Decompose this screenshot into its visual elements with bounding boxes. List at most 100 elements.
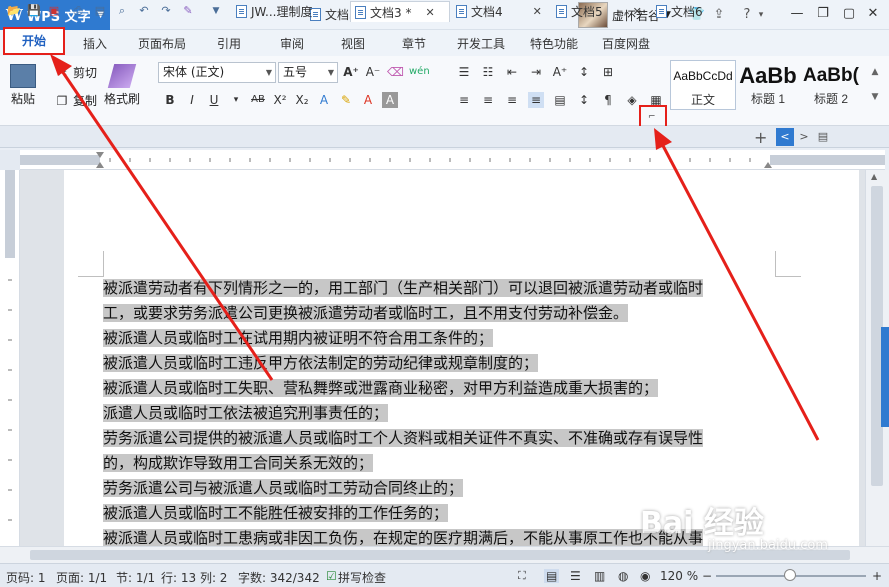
italic-icon[interactable]: I [184, 92, 200, 108]
doc-line[interactable]: 的，构成欺诈导致用工合同关系无效的； [103, 453, 374, 473]
doc-line[interactable]: 派遣人员或临时工依法被追究刑事责任的； [103, 403, 389, 423]
doc-tab-jw[interactable]: JW...理制度 [232, 1, 350, 22]
status-spell-check[interactable]: 拼写检查 [338, 569, 386, 586]
cut-button[interactable]: ✂ 剪切 [54, 64, 97, 81]
tab-review[interactable]: 审阅 [280, 35, 304, 52]
eye-protect-icon[interactable]: ◉ [640, 569, 650, 583]
tab-special[interactable]: 特色功能 [530, 35, 578, 52]
reading-view-icon[interactable]: ▥ [594, 569, 605, 583]
pinyin-icon[interactable]: wén [409, 64, 430, 80]
grow-font-icon[interactable]: A⁺ [343, 64, 359, 80]
zoom-in-icon[interactable]: + [872, 569, 882, 583]
doc-line[interactable]: 被派遣人员或临时工在试用期内被证明不符合用工条件的； [103, 328, 494, 348]
find-icon[interactable]: ⌕ [114, 4, 130, 18]
font-color-icon[interactable]: A [360, 92, 376, 108]
format-painter-button[interactable]: 格式刷 [104, 64, 140, 107]
tab-baidu-netdisk[interactable]: 百度网盘 [602, 35, 650, 52]
bold-icon[interactable]: B [162, 92, 178, 108]
font-size-select[interactable]: 五号 ▼ [278, 62, 338, 83]
maximize-button[interactable]: ▢ [838, 4, 860, 24]
decrease-indent-icon[interactable]: ⇤ [504, 64, 520, 80]
style-scroll[interactable]: ▲ ▼ [864, 60, 886, 110]
pdf-icon[interactable]: ▣ [46, 4, 62, 18]
tab-prev-icon[interactable]: < [776, 128, 794, 146]
save-icon[interactable]: 💾 [26, 4, 42, 18]
doc-tab-doc3[interactable]: 文档3 * ✕ [350, 1, 450, 22]
text-effect-icon[interactable]: A [316, 92, 332, 108]
subscript-icon[interactable]: X₂ [294, 92, 310, 108]
close-icon[interactable]: ✕ [533, 5, 542, 18]
zoom-level[interactable]: 120 % [660, 569, 698, 583]
font-name-select[interactable]: 宋体 (正文) ▼ [158, 62, 276, 83]
redo-icon[interactable]: ↷ [158, 4, 174, 18]
close-icon[interactable]: ✕ [425, 6, 434, 19]
tab-list-icon[interactable]: ▤ [814, 128, 832, 146]
doc-line[interactable]: 被派遣劳动者有下列情形之一的，用工部门（生产相关部门）可以退回被派遣劳动者或临时 [103, 278, 704, 298]
shrink-font-icon[interactable]: A⁻ [365, 64, 381, 80]
align-left-icon[interactable]: ≡ [456, 92, 472, 108]
minimize-button[interactable]: — [786, 4, 808, 24]
tab-next-icon[interactable]: > [795, 128, 813, 146]
restore-button[interactable]: ❐ [812, 4, 834, 24]
side-panel-toggle[interactable] [881, 327, 889, 427]
zoom-slider-handle[interactable] [784, 569, 796, 581]
status-word-count[interactable]: 字数: 342/342 [238, 569, 320, 586]
undo-icon[interactable]: ↶ [136, 4, 152, 18]
style-normal[interactable]: AaBbCcDd 正文 [670, 60, 736, 110]
tab-view[interactable]: 视图 [341, 35, 365, 52]
doc-line[interactable]: 被派遣人员或临时工患病或非因工负伤，在规定的医疗期满后，不能从事原工作也不能从事 [103, 528, 704, 546]
tab-insert[interactable]: 插入 [83, 35, 107, 52]
doc-line[interactable]: 被派遣人员或临时工违反甲方依法制定的劳动纪律或规章制度的； [103, 353, 539, 373]
sort-icon[interactable]: ↕ [576, 64, 592, 80]
align-right-icon[interactable]: ≡ [504, 92, 520, 108]
chevron-down-icon[interactable]: ▾ [752, 6, 770, 24]
strikethrough-icon[interactable]: AB [250, 92, 266, 108]
increase-indent-icon[interactable]: ⇥ [528, 64, 544, 80]
zoom-out-icon[interactable]: − [702, 569, 712, 583]
tab-developer[interactable]: 开发工具 [457, 35, 505, 52]
open-folder-icon[interactable]: 📂 [6, 4, 22, 18]
doc-tab-doc6[interactable]: 文档6 [652, 1, 752, 22]
tab-page-layout[interactable]: 页面布局 [138, 35, 186, 52]
superscript-icon[interactable]: X² [272, 92, 288, 108]
close-icon[interactable]: ✕ [633, 5, 642, 18]
tab-chapter[interactable]: 章节 [402, 35, 426, 52]
new-tab-plus-icon[interactable]: + [754, 128, 767, 147]
doc-tab-doc4[interactable]: 文档4 ✕ [452, 1, 550, 22]
chevron-down-icon[interactable]: ▼ [208, 4, 224, 18]
page-view-icon[interactable]: ▤ [544, 569, 560, 583]
justify-icon[interactable]: ≡ [528, 92, 544, 108]
horizontal-ruler[interactable] [20, 150, 885, 170]
doc-tab-doc5[interactable]: 文档5 ✕ [552, 1, 650, 22]
tab-home[interactable]: 开始 [3, 27, 65, 55]
chevron-down-icon[interactable]: ▾ [228, 92, 244, 108]
underline-icon[interactable]: U [206, 92, 222, 108]
doc-line[interactable]: 劳务派遣公司提供的被派遣人员或临时工个人资料或相关证件不真实、不准确或存有误导性 [103, 428, 704, 448]
fullscreen-icon[interactable]: ⛶ [518, 569, 526, 583]
outline-view-icon[interactable]: ☰ [570, 569, 581, 583]
highlight-icon[interactable]: ✎ [338, 92, 354, 108]
clear-format-icon[interactable]: ⌫ [387, 64, 404, 80]
paragraph-mark-icon[interactable]: ¶ [600, 92, 616, 108]
scroll-up-icon[interactable]: ▲ [871, 172, 877, 181]
align-center-icon[interactable]: ≡ [480, 92, 496, 108]
style-heading-2[interactable]: AaBb( 标题 2 [800, 60, 862, 110]
doc-line[interactable]: 工，或要求劳务派遣公司更换被派遣劳动者或临时工，且不用支付劳动补偿金。 [103, 303, 629, 323]
doc-line[interactable]: 被派遣人员或临时工不能胜任被安排的工作任务的； [103, 503, 449, 523]
numbered-list-icon[interactable]: ☷ [480, 64, 496, 80]
tab-references[interactable]: 引用 [217, 35, 241, 52]
web-view-icon[interactable]: ◍ [618, 569, 628, 583]
doc-line[interactable]: 被派遣人员或临时工失职、营私舞弊或泄露商业秘密，对甲方利益造成重大损害的； [103, 378, 659, 398]
print-icon[interactable]: ⎙ [70, 4, 86, 18]
copy-button[interactable]: ❐ 复制 [54, 92, 97, 109]
char-shading-icon[interactable]: A [382, 92, 398, 108]
print-preview-icon[interactable]: ▤ [92, 4, 108, 18]
vertical-ruler[interactable] [0, 170, 20, 546]
distributed-icon[interactable]: ▤ [552, 92, 568, 108]
line-spacing-icon[interactable]: ↕ [576, 92, 592, 108]
table-icon[interactable]: ⊞ [600, 64, 616, 80]
paste-button[interactable]: 粘贴 [10, 64, 36, 107]
brush-icon[interactable]: ✎ [180, 4, 196, 18]
shading-icon[interactable]: ◈ [624, 92, 640, 108]
close-button[interactable]: ✕ [862, 4, 884, 24]
